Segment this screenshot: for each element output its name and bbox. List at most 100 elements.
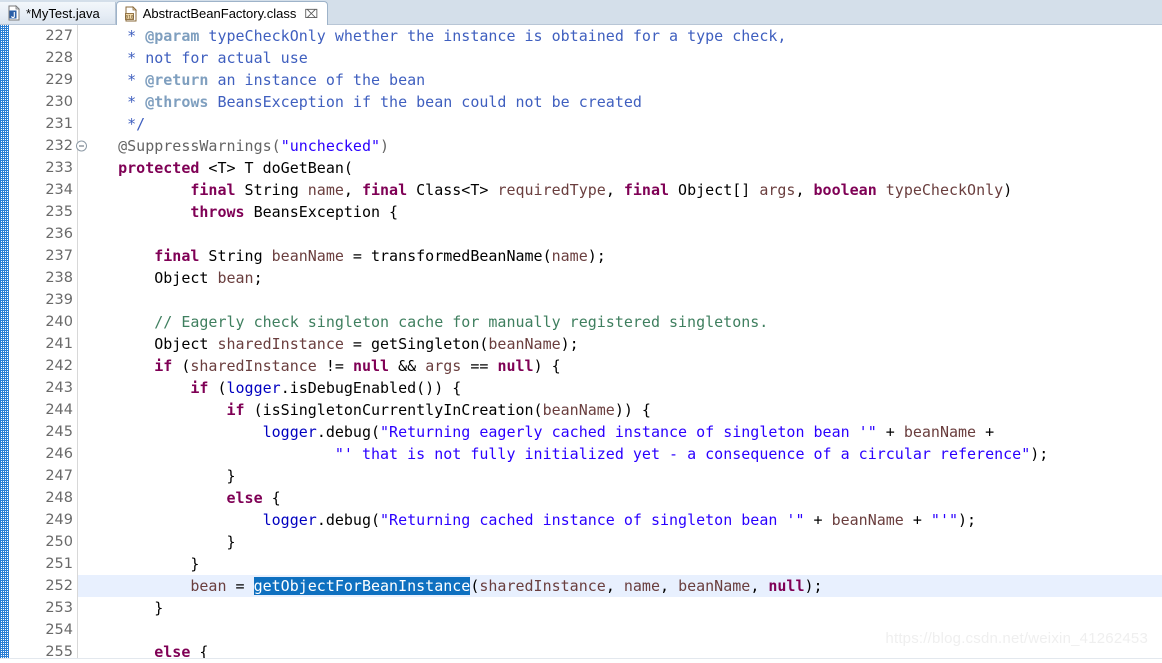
code-token: = transformedBeanName( xyxy=(343,247,552,265)
line-number: 246 xyxy=(45,446,73,462)
code-token: protected xyxy=(118,159,200,177)
code-token: beanName xyxy=(271,247,344,265)
code-token: null xyxy=(768,577,805,595)
code-token: if xyxy=(226,401,245,419)
code-token: * xyxy=(82,27,146,45)
code-line[interactable]: throws BeansException { xyxy=(82,201,1162,223)
code-line[interactable] xyxy=(82,223,1162,245)
code-line[interactable]: * not for actual use xyxy=(82,47,1162,69)
code-token: final xyxy=(361,181,408,199)
code-token: throws xyxy=(190,203,245,221)
code-token: } xyxy=(82,467,236,485)
code-token: + xyxy=(976,423,995,441)
code-token: args xyxy=(759,181,796,199)
code-token: BeansException { xyxy=(244,203,399,221)
code-token: + xyxy=(804,511,832,529)
code-token: @param xyxy=(145,27,200,45)
code-token: beanName xyxy=(903,423,977,441)
line-number: 232 xyxy=(9,135,87,157)
code-token: */ xyxy=(82,115,146,133)
code-token: null xyxy=(497,357,534,375)
code-line-current[interactable]: bean = getObjectForBeanInstance(sharedIn… xyxy=(78,575,1162,597)
code-token: @SuppressWarnings( xyxy=(82,137,281,155)
code-line[interactable]: } xyxy=(82,597,1162,619)
line-number: 248 xyxy=(45,490,73,506)
code-line[interactable]: "' that is not fully initialized yet - a… xyxy=(82,443,1162,465)
line-number: 235 xyxy=(45,204,73,220)
code-editor[interactable]: 227 228 229 230 231 232 233 234 235 236 237 238 239 2… xyxy=(0,25,1162,663)
code-line[interactable]: else { xyxy=(82,487,1162,509)
code-line[interactable]: logger.debug("Returning eagerly cached i… xyxy=(82,421,1162,443)
code-line[interactable]: Object sharedInstance = getSingleton(bea… xyxy=(82,333,1162,355)
code-line[interactable] xyxy=(82,289,1162,311)
code-token: Object xyxy=(82,269,218,287)
code-token: Object[] xyxy=(669,181,760,199)
line-number: 244 xyxy=(45,402,73,418)
code-line[interactable]: if (logger.isDebugEnabled()) { xyxy=(82,377,1162,399)
code-line[interactable]: logger.debug("Returning cached instance … xyxy=(82,509,1162,531)
code-line[interactable]: } xyxy=(82,553,1162,575)
selected-token: getObjectForBeanInstance xyxy=(253,577,471,595)
code-token: ); xyxy=(560,335,579,353)
code-line[interactable] xyxy=(82,619,1162,641)
code-line[interactable]: } xyxy=(82,531,1162,553)
code-line[interactable]: * @param typeCheckOnly whether the insta… xyxy=(82,25,1162,47)
code-line[interactable]: @SuppressWarnings("unchecked") xyxy=(82,135,1162,157)
code-token: = getSingleton( xyxy=(343,335,489,353)
close-icon[interactable]: ⌧ xyxy=(304,8,318,20)
code-token: , xyxy=(795,181,814,199)
code-token: bean xyxy=(190,577,227,595)
code-token: + xyxy=(876,423,904,441)
tab-mytest-java[interactable]: *MyTest.java xyxy=(0,2,116,24)
code-token: && xyxy=(389,357,426,375)
line-number: 231 xyxy=(45,116,73,132)
code-token: "Returning cached instance of singleton … xyxy=(380,511,805,529)
line-number: 247 xyxy=(45,468,73,484)
code-token: ); xyxy=(958,511,977,529)
code-token: != xyxy=(316,357,353,375)
code-line[interactable]: Object bean; xyxy=(82,267,1162,289)
code-line[interactable]: */ xyxy=(82,113,1162,135)
code-line[interactable]: // Eagerly check singleton cache for man… xyxy=(82,311,1162,333)
line-number: 229 xyxy=(45,72,73,88)
code-line[interactable]: final String beanName = transformedBeanN… xyxy=(82,245,1162,267)
code-token: * xyxy=(82,71,146,89)
code-token: final xyxy=(623,181,670,199)
code-token: args xyxy=(425,357,462,375)
tab-abstractbeanfactory-class[interactable]: 010 AbstractBeanFactory.class ⌧ xyxy=(115,1,329,25)
code-line[interactable]: protected <T> T doGetBean( xyxy=(82,157,1162,179)
code-line[interactable]: * @throws BeansException if the bean cou… xyxy=(82,91,1162,113)
code-token: beanName xyxy=(678,577,751,595)
code-token: typeCheckOnly whether the instance is ob… xyxy=(199,27,787,45)
code-token: requiredType xyxy=(497,181,606,199)
code-token: , xyxy=(343,181,362,199)
code-token: "unchecked" xyxy=(280,137,381,155)
code-token: name xyxy=(551,247,588,265)
code-token: ) { xyxy=(533,357,561,375)
code-line[interactable]: * @return an instance of the bean xyxy=(82,69,1162,91)
code-line[interactable]: if (isSingletonCurrentlyInCreation(beanN… xyxy=(82,399,1162,421)
annotation-change-bar xyxy=(0,25,9,663)
line-number: 250 xyxy=(45,534,73,550)
code-token: <T> T doGetBean( xyxy=(199,159,353,177)
java-file-icon xyxy=(8,5,20,21)
code-token: "'" xyxy=(930,511,959,529)
code-line[interactable]: } xyxy=(82,465,1162,487)
code-line[interactable]: if (sharedInstance != null && args == nu… xyxy=(82,355,1162,377)
line-number: 252 xyxy=(45,578,73,594)
code-text-area[interactable]: * @param typeCheckOnly whether the insta… xyxy=(78,25,1162,663)
code-line[interactable]: final String name, final Class<T> requir… xyxy=(82,179,1162,201)
code-token: Object xyxy=(82,335,218,353)
line-number: 243 xyxy=(45,380,73,396)
line-number: 234 xyxy=(45,182,73,198)
code-token: final xyxy=(190,181,236,199)
code-token: .isDebugEnabled()) { xyxy=(280,379,462,397)
line-number: 233 xyxy=(45,160,73,176)
